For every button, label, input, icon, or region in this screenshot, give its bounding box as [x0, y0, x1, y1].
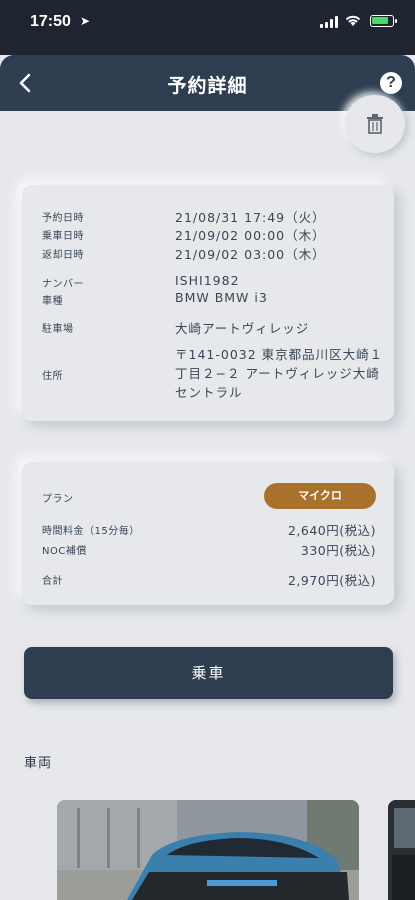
parking-label: 駐車場: [42, 324, 74, 335]
ride-at-value: 21/09/02 00:00（木）: [175, 228, 326, 243]
number-label: ナンバー: [42, 279, 84, 290]
plan-badge: マイクロ: [264, 483, 376, 509]
total-value: 2,970円(税込): [287, 573, 376, 588]
ride-at-label: 乗車日時: [42, 231, 84, 242]
trash-icon: [367, 114, 383, 134]
number-value: ISHI1982: [175, 273, 240, 288]
plan-label: プラン: [42, 494, 74, 505]
car-image: [57, 800, 359, 900]
ride-button[interactable]: 乗車: [24, 647, 393, 699]
address-value: 〒141-0032 東京都品川区大崎１丁目２−２ アートヴィレッジ大崎セントラル: [175, 347, 384, 400]
location-arrow-icon: ➤: [80, 14, 91, 28]
reservation-details-card: 予約日時 21/08/31 17:49（火） 乗車日時 21/09/02 00:…: [22, 185, 394, 421]
cellular-signal-icon: [320, 16, 338, 28]
parking-value: 大崎アートヴィレッジ: [175, 321, 310, 336]
status-time: 17:50: [30, 13, 71, 30]
reserved-at-value: 21/08/31 17:49（火）: [175, 210, 326, 225]
noc-label: NOC補償: [42, 546, 87, 557]
model-label: 車種: [42, 296, 63, 307]
noc-value: 330円(税込): [300, 543, 376, 558]
car-interior-image: [388, 800, 415, 900]
time-fee-label: 時間料金（15分毎）: [42, 526, 140, 537]
wifi-icon: [345, 15, 361, 26]
return-at-value: 21/09/02 03:00（木）: [175, 247, 326, 262]
vehicle-photo-next[interactable]: [388, 800, 415, 900]
reserved-at-label: 予約日時: [42, 213, 84, 224]
status-bar: 17:50 ➤: [0, 0, 415, 55]
address-label: 住所: [42, 371, 63, 382]
pricing-card: プラン マイクロ 時間料金（15分毎） 2,640円(税込) NOC補償 330…: [22, 462, 394, 605]
model-value: BMW BMW i3: [175, 290, 268, 305]
vehicle-photo[interactable]: [57, 800, 359, 900]
vehicle-section-title: 車両: [24, 756, 53, 771]
help-icon[interactable]: ?: [380, 72, 402, 94]
time-fee-value: 2,640円(税込): [287, 523, 376, 538]
return-at-label: 返却日時: [42, 250, 84, 261]
page-title: 予約詳細: [167, 75, 248, 97]
battery-icon: [370, 15, 397, 27]
delete-reservation-button[interactable]: [345, 95, 405, 153]
total-label: 合計: [42, 576, 63, 587]
